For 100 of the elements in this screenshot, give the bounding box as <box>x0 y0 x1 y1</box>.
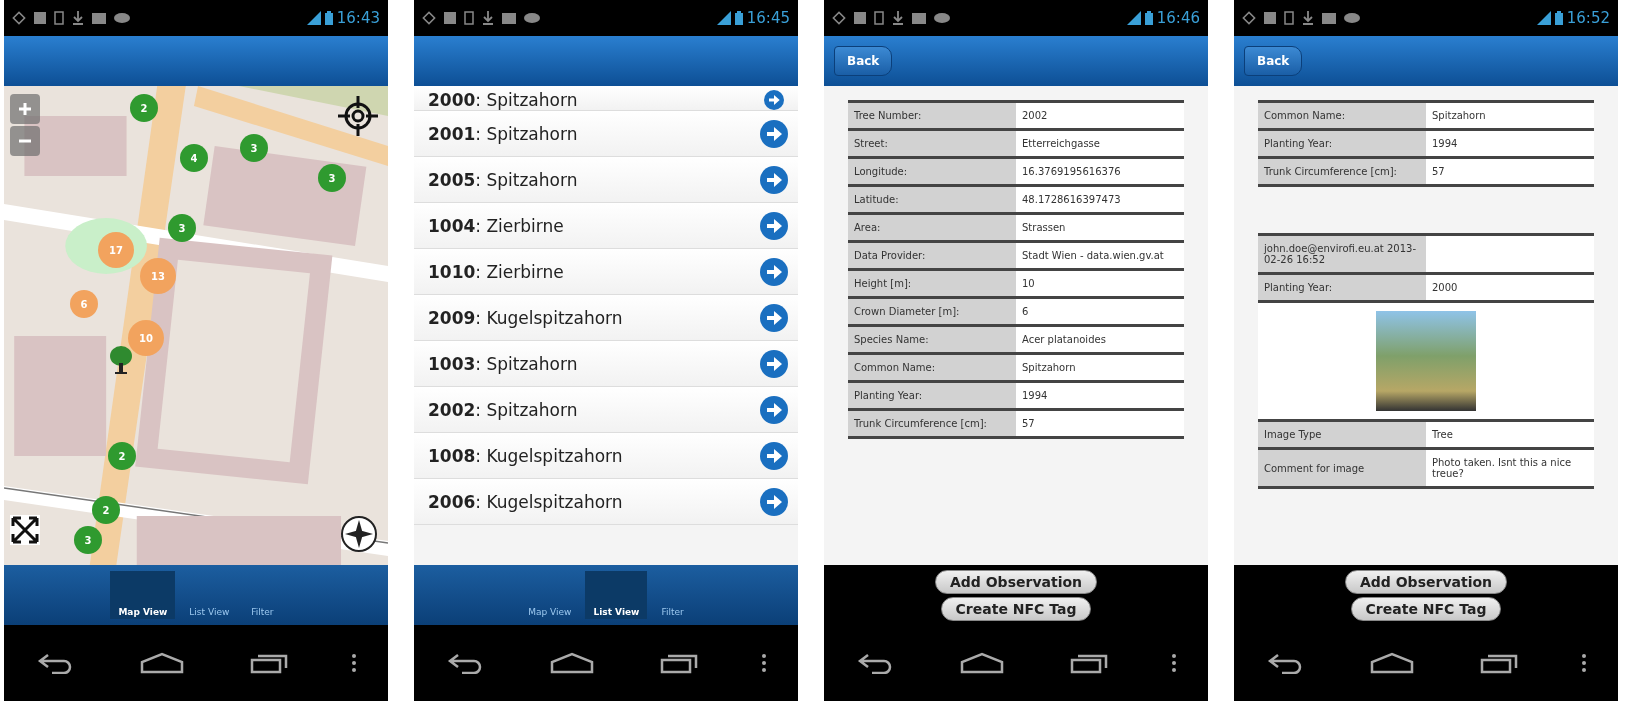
tree-marker-icon[interactable] <box>110 346 132 374</box>
zoom-in-button[interactable] <box>10 94 40 124</box>
field-label: john.doe@envirofi.eu.at 2013-02-26 16:52 <box>1258 234 1426 274</box>
image-icon <box>34 12 46 24</box>
arrow-right-icon[interactable] <box>760 303 788 332</box>
field-value: Acer platanoides <box>1016 325 1184 354</box>
field-label: Planting Year: <box>1258 129 1426 158</box>
field-label: Common Name: <box>848 353 1016 382</box>
arrow-right-icon[interactable] <box>760 441 788 470</box>
field-value: 2000 <box>1426 273 1594 302</box>
tree-name: 2000: Spitzahorn <box>428 90 578 110</box>
signal-icon <box>1536 11 1551 25</box>
overflow-menu-icon[interactable] <box>1582 653 1587 673</box>
field-value: 2002 <box>1016 101 1184 130</box>
arrow-right-icon[interactable] <box>760 487 788 516</box>
recent-apps-icon[interactable] <box>658 652 699 674</box>
arrow-right-icon[interactable] <box>760 211 788 240</box>
chat-icon <box>524 13 540 23</box>
tab[interactable]: Filter <box>653 571 692 619</box>
tab[interactable]: List View <box>585 571 648 619</box>
map-view[interactable]: 2 4 3 3 3 17 13 6 10 2 2 3 <box>4 86 388 565</box>
recent-apps-icon[interactable] <box>248 652 289 674</box>
tab[interactable]: Map View <box>520 571 580 619</box>
media-icon <box>1322 12 1336 24</box>
home-icon[interactable] <box>1369 652 1416 674</box>
image-icon <box>1264 12 1276 24</box>
recent-apps-icon[interactable] <box>1068 652 1109 674</box>
tab[interactable]: List View <box>181 571 238 619</box>
field-value: Photo taken. Isnt this a nice treue? <box>1426 448 1594 488</box>
crosshair-icon[interactable] <box>338 96 378 136</box>
media-icon <box>912 12 926 24</box>
media-icon <box>92 12 106 24</box>
plus-icon <box>17 101 33 117</box>
overflow-menu-icon[interactable] <box>1172 653 1177 673</box>
field-label: Comment for image <box>1258 448 1426 488</box>
battery-icon <box>1144 11 1153 25</box>
arrow-right-icon[interactable] <box>760 165 788 194</box>
sd-card-icon <box>464 11 474 25</box>
fullscreen-icon[interactable] <box>10 515 40 545</box>
battery-icon <box>734 11 743 25</box>
battery-icon <box>1554 11 1563 25</box>
action-button[interactable]: Create NFC Tag <box>1350 596 1502 621</box>
download-icon <box>72 11 84 25</box>
field-value: 57 <box>1016 409 1184 438</box>
tree-name: 2001: Spitzahorn <box>428 123 578 144</box>
tree-name: 2005: Spitzahorn <box>428 169 578 190</box>
arrow-right-icon[interactable] <box>760 349 788 378</box>
action-button[interactable]: Add Observation <box>934 569 1098 594</box>
field-label: Image Type <box>1258 420 1426 449</box>
overflow-menu-icon[interactable] <box>352 653 357 673</box>
field-label: Tree Number: <box>848 101 1016 130</box>
field-label: Planting Year: <box>848 381 1016 410</box>
diamond-icon <box>1242 11 1256 25</box>
field-label: Trunk Circumference [cm]: <box>1258 157 1426 186</box>
tab[interactable]: Map View <box>110 571 176 619</box>
field-value: 1994 <box>1016 381 1184 410</box>
field-label: Longitude: <box>848 157 1016 186</box>
signal-icon <box>716 11 731 25</box>
chat-icon <box>114 13 130 23</box>
signal-icon <box>1126 11 1141 25</box>
field-value: Etterreichgasse <box>1016 129 1184 158</box>
clock-time: 16:43 <box>336 9 380 27</box>
tree-name: 1010: Zierbirne <box>428 261 564 282</box>
recent-apps-icon[interactable] <box>1478 652 1519 674</box>
tree-name: 2009: Kugelspitzahorn <box>428 307 623 328</box>
arrow-right-icon[interactable] <box>760 257 788 286</box>
compass-icon[interactable] <box>340 515 378 553</box>
clock-time: 16:45 <box>746 9 790 27</box>
home-icon[interactable] <box>959 652 1006 674</box>
field-value: 6 <box>1016 297 1184 326</box>
action-button[interactable]: Add Observation <box>1344 569 1508 594</box>
field-value: Stadt Wien - data.wien.gv.at <box>1016 241 1184 270</box>
field-value: 1994 <box>1426 129 1594 158</box>
arrow-right-icon[interactable] <box>760 395 788 424</box>
clock-time: 16:52 <box>1566 9 1610 27</box>
download-icon <box>482 11 494 25</box>
download-icon <box>1302 11 1314 25</box>
battery-icon <box>324 11 333 25</box>
signal-icon <box>306 11 321 25</box>
tree-name: 2006: Kugelspitzahorn <box>428 491 623 512</box>
chat-icon <box>934 13 950 23</box>
field-value: 57 <box>1426 157 1594 186</box>
home-icon[interactable] <box>139 652 186 674</box>
back-button[interactable]: Back <box>1244 46 1303 76</box>
home-icon[interactable] <box>549 652 596 674</box>
field-value: 16.3769195616376 <box>1016 157 1184 186</box>
tree-name: 2002: Spitzahorn <box>428 399 578 420</box>
arrow-right-icon[interactable] <box>760 119 788 148</box>
tree-name: 1004: Zierbirne <box>428 215 564 236</box>
zoom-out-button[interactable] <box>10 126 40 156</box>
back-button[interactable]: Back <box>834 46 893 76</box>
diamond-icon <box>832 11 846 25</box>
overflow-menu-icon[interactable] <box>762 653 767 673</box>
field-label: Area: <box>848 213 1016 242</box>
tree-name: 1003: Spitzahorn <box>428 353 578 374</box>
field-label: Common Name: <box>1258 101 1426 130</box>
action-button[interactable]: Create NFC Tag <box>940 596 1092 621</box>
tab[interactable]: Filter <box>243 571 282 619</box>
field-value: 48.1728616397473 <box>1016 185 1184 214</box>
download-icon <box>892 11 904 25</box>
